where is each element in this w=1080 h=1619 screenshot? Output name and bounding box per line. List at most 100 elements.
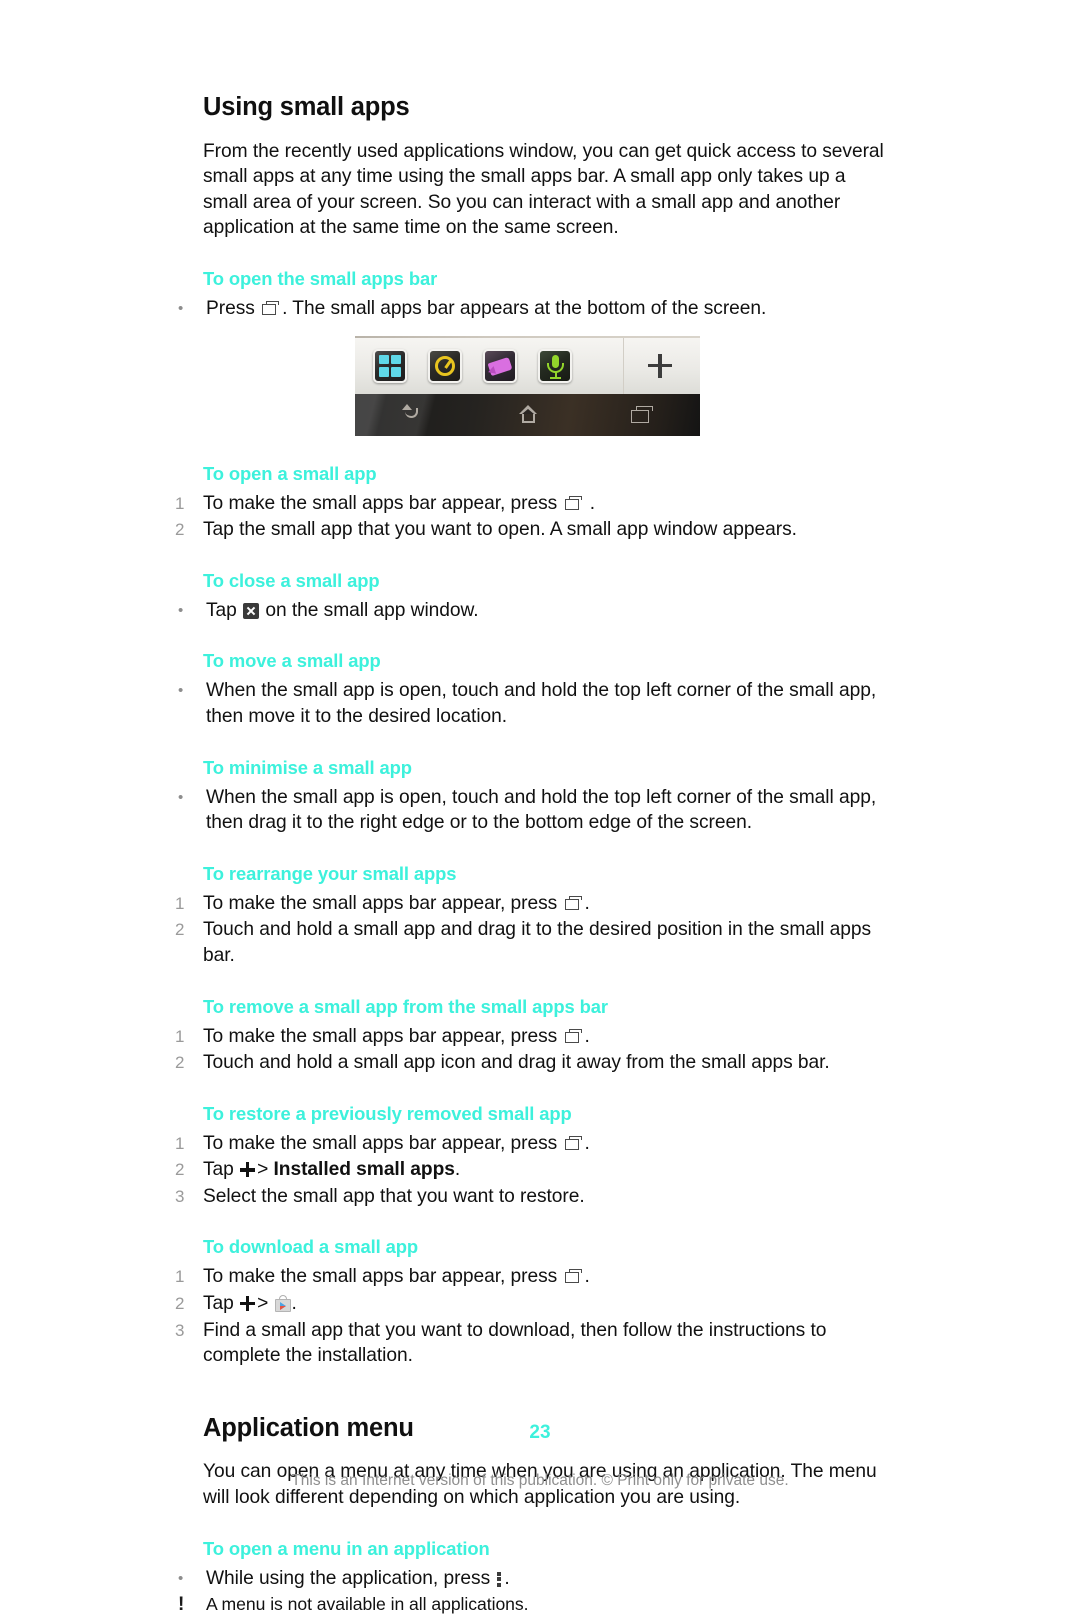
bullet-marker: • [178,788,184,806]
procedure-heading-download-small-app: To download a small app [203,1236,419,1258]
step-text-before: Press [206,297,255,319]
plus-icon [648,353,672,378]
procedure-heading-open-a-small-app: To open a small app [203,462,377,484]
procedure-heading-restore-small-app: To restore a previously removed small ap… [203,1102,572,1124]
step-text-after: . [584,892,590,914]
list-item: 2 Touch and hold a small app icon and dr… [175,1050,893,1076]
note-text: A menu is not available in all applicati… [206,1594,529,1615]
overflow-menu-icon [497,1571,502,1587]
procedure-steps-close-a-small-app: • Tap on the small app window. [178,598,893,624]
list-item: 2 Tap the small app that you want to ope… [175,517,893,543]
step-text-after: . [584,1025,590,1047]
step-separator: > [257,1293,269,1315]
list-item: 3 Find a small app that you want to down… [175,1318,893,1369]
step-text-after: . [291,1293,297,1315]
procedure-steps-remove-small-app: 1 To make the small apps bar appear, pre… [175,1024,893,1076]
step-text-before: While using the application, press [206,1567,491,1589]
chapter-title-using-small-apps: Using small apps [203,93,410,121]
bullet-marker: • [178,601,184,619]
step-text: Tap > . [203,1291,893,1317]
step-number: 1 [175,893,185,913]
step-text-after: . [454,1159,461,1181]
step-text-after: . [584,492,596,514]
small-apps-icon-row [359,348,623,383]
step-number: 2 [175,1160,185,1180]
list-item: 1 To make the small apps bar appear, pre… [175,891,893,917]
step-number: 3 [175,1186,185,1206]
footer-notice: This is an Internet version of this publ… [291,1472,789,1489]
step-number: 2 [175,520,185,540]
notes-small-app-icon[interactable] [483,348,517,383]
step-text: Tap > Installed small apps. [203,1157,893,1183]
procedure-steps-open-small-apps-bar: • Press . The small apps bar appears at … [178,296,893,322]
step-text: Tap on the small app window. [206,598,893,624]
list-item: 1 To make the small apps bar appear, pre… [175,491,893,517]
menu-item-installed-small-apps: Installed small apps [273,1159,455,1181]
add-small-app-button[interactable] [623,336,696,395]
step-text-before: To make the small apps bar appear, press [203,1266,558,1288]
recent-apps-icon [564,895,583,911]
step-text: To make the small apps bar appear, press… [203,491,893,517]
list-item: 2 Tap > Installed small apps. [175,1157,893,1183]
small-apps-bar [355,335,700,395]
list-item: • Press . The small apps bar appears at … [178,296,893,322]
back-icon[interactable] [398,403,428,427]
small-apps-bar-screenshot [355,335,700,436]
procedure-heading-remove-small-app: To remove a small app from the small app… [203,995,608,1017]
recent-apps-icon[interactable] [628,403,658,427]
note-item: ! A menu is not available in all applica… [178,1592,893,1618]
step-text-before: To make the small apps bar appear, press [203,492,558,514]
list-item: 2 Touch and hold a small app and drag it… [175,917,893,968]
step-text-after: on the small app window. [265,599,479,621]
step-text: While using the application, press . [206,1566,893,1592]
list-item: • When the small app is open, touch and … [178,678,893,729]
bullet-marker: • [178,1569,184,1587]
step-text-after: . [504,1567,510,1589]
step-text-before: To make the small apps bar appear, press [203,1132,558,1154]
android-navigation-bar [355,393,700,436]
bullet-marker: • [178,299,184,317]
note-icon: ! [178,1594,185,1616]
plus-icon [240,1296,256,1312]
page-number: 23 [529,1422,551,1443]
voice-recorder-small-app-icon[interactable] [538,348,572,383]
document-page: Using small apps From the recently used … [0,0,1080,1615]
step-text: To make the small apps bar appear, press… [203,1264,893,1290]
list-item: • Tap on the small app window. [178,598,893,624]
step-text: Touch and hold a small app and drag it t… [203,919,871,966]
calculator-small-app-icon[interactable] [373,348,407,383]
step-text-after: . [584,1132,590,1154]
step-number: 1 [175,493,185,513]
procedure-heading-close-a-small-app: To close a small app [203,569,380,591]
procedure-steps-open-menu-in-application: • While using the application, press . !… [178,1566,893,1618]
step-number: 1 [175,1267,185,1287]
step-text: Find a small app that you want to downlo… [203,1319,827,1367]
step-number: 3 [175,1320,185,1340]
bullet-marker: • [178,682,184,700]
step-number: 2 [175,1294,185,1314]
list-item: 2 Tap > . [175,1291,893,1317]
step-separator: > [257,1159,269,1181]
step-text: Touch and hold a small app icon and drag… [203,1052,830,1074]
procedure-steps-open-a-small-app: 1 To make the small apps bar appear, pre… [175,491,893,543]
procedure-steps-restore-small-app: 1 To make the small apps bar appear, pre… [175,1131,893,1210]
timer-small-app-icon[interactable] [428,348,462,383]
step-text: Select the small app that you want to re… [203,1185,585,1207]
procedure-steps-rearrange-small-apps: 1 To make the small apps bar appear, pre… [175,891,893,969]
recent-apps-icon [564,495,583,511]
step-text-before: To make the small apps bar appear, press [203,1025,558,1047]
step-text: To make the small apps bar appear, press… [203,1131,893,1157]
list-item: 3 Select the small app that you want to … [175,1184,893,1210]
list-item: • While using the application, press . [178,1566,893,1592]
step-number: 2 [175,920,185,940]
list-item: 1 To make the small apps bar appear, pre… [175,1131,893,1157]
page-content: Using small apps From the recently used … [175,92,893,1619]
procedure-heading-minimise-a-small-app: To minimise a small app [203,756,412,778]
step-text: When the small app is open, touch and ho… [206,680,877,727]
procedure-heading-open-small-apps-bar: To open the small apps bar [203,267,438,289]
chapter-intro-using-small-apps: From the recently used applications wind… [203,140,884,239]
procedure-heading-rearrange-small-apps: To rearrange your small apps [203,862,457,884]
step-text: To make the small apps bar appear, press… [203,1024,893,1050]
step-text: When the small app is open, touch and ho… [206,786,877,834]
home-icon[interactable] [513,403,543,427]
